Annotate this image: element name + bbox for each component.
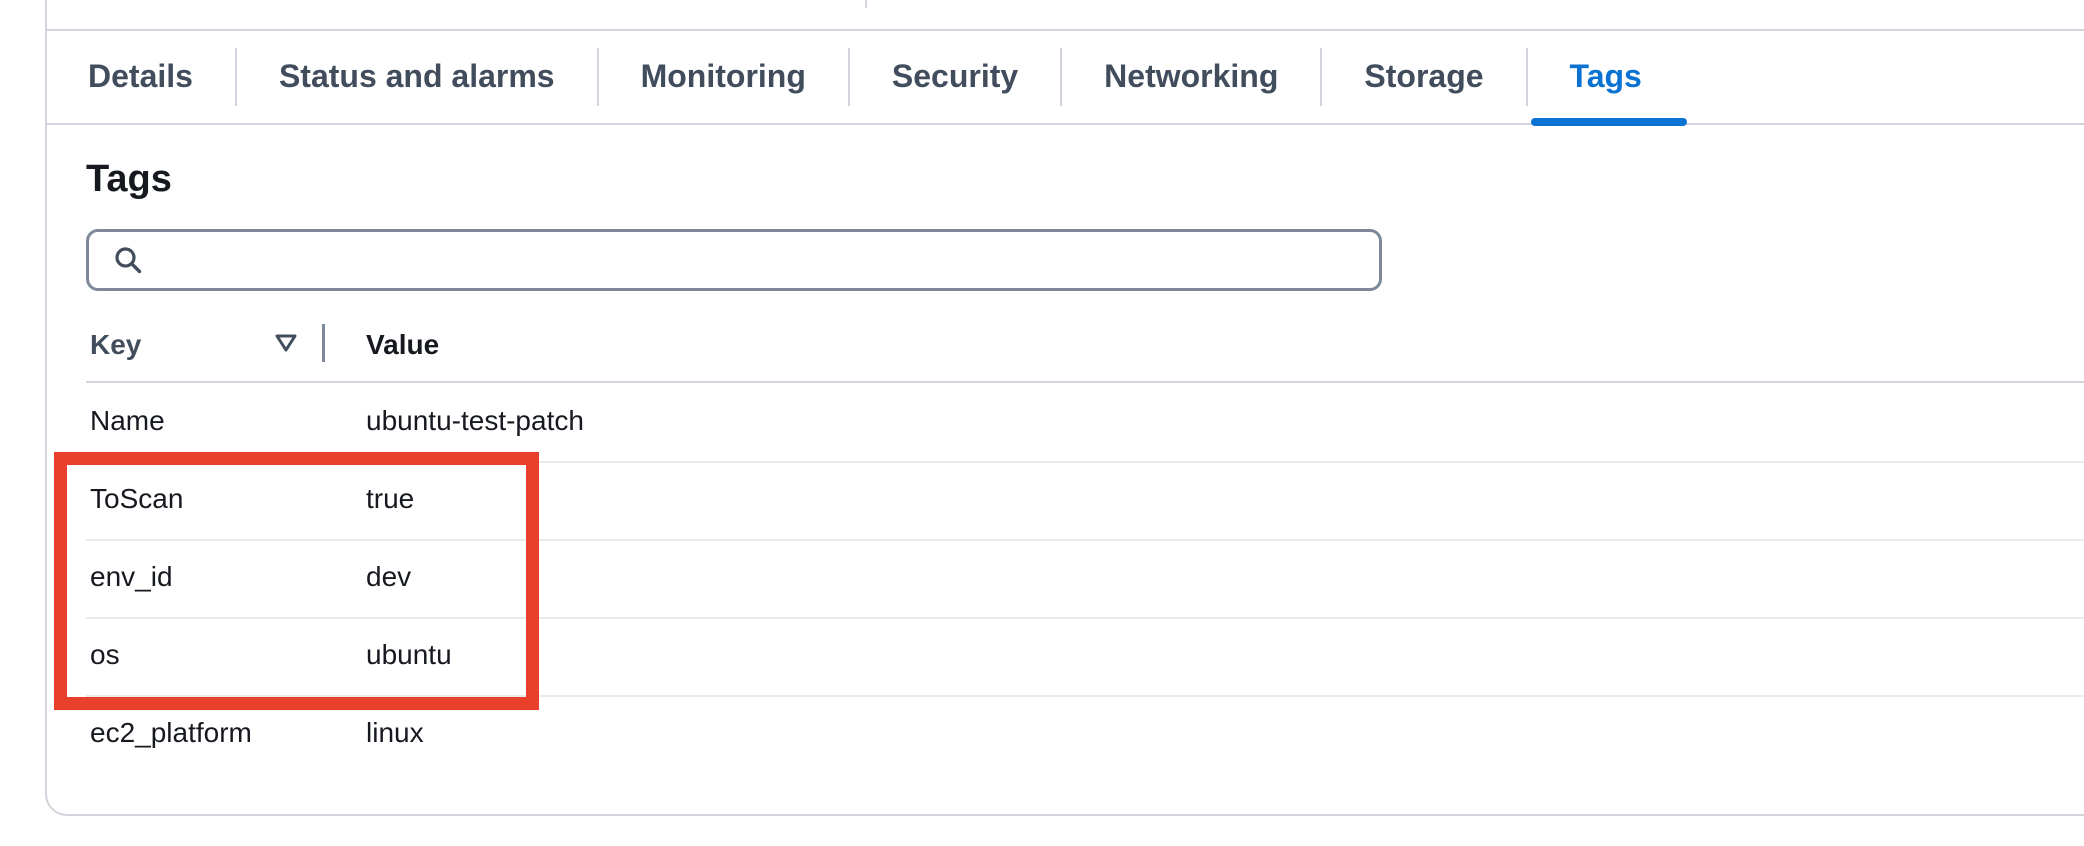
tab-storage[interactable]: Storage bbox=[1322, 30, 1525, 123]
column-header-value: Value bbox=[366, 329, 440, 360]
column-header-key[interactable]: Key bbox=[90, 329, 141, 361]
tag-value: ubuntu bbox=[366, 639, 452, 670]
sort-descending-icon[interactable] bbox=[274, 331, 298, 355]
search-icon bbox=[111, 243, 145, 277]
column-resize-handle[interactable] bbox=[322, 324, 325, 362]
tab-networking[interactable]: Networking bbox=[1062, 30, 1320, 123]
tag-key: ec2_platform bbox=[90, 717, 252, 748]
tag-key: ToScan bbox=[90, 483, 184, 514]
tab-monitoring[interactable]: Monitoring bbox=[599, 30, 848, 123]
section-title: Tags bbox=[86, 158, 172, 200]
tab-label: Tags bbox=[1569, 58, 1642, 94]
tab-label: Details bbox=[88, 58, 193, 94]
top-strip bbox=[45, 0, 2084, 31]
tab-details[interactable]: Details bbox=[45, 30, 235, 123]
tab-tags[interactable]: Tags bbox=[1528, 30, 1687, 126]
active-tab-indicator bbox=[1530, 118, 1687, 126]
table-row: Name ubuntu-test-patch bbox=[86, 383, 2084, 463]
tab-label: Storage bbox=[1364, 58, 1484, 94]
table-row: env_id dev bbox=[86, 539, 2084, 619]
tag-value: linux bbox=[366, 717, 424, 748]
top-divider bbox=[865, 0, 867, 8]
table-row: os ubuntu bbox=[86, 617, 2084, 697]
tab-label: Status and alarms bbox=[278, 58, 555, 94]
tab-bar: Details Status and alarms Monitoring Sec… bbox=[45, 30, 2084, 126]
tag-key: env_id bbox=[90, 561, 173, 592]
tab-label: Security bbox=[891, 58, 1019, 94]
tag-value: dev bbox=[366, 561, 412, 592]
table-row: ec2_platform linux bbox=[86, 695, 2084, 773]
tag-value: true bbox=[366, 483, 415, 514]
tab-label: Networking bbox=[1104, 58, 1279, 94]
tag-key: os bbox=[90, 639, 120, 670]
tab-label: Monitoring bbox=[640, 58, 806, 94]
tab-status-and-alarms[interactable]: Status and alarms bbox=[237, 30, 597, 123]
tab-security[interactable]: Security bbox=[850, 30, 1060, 123]
tag-value: ubuntu-test-patch bbox=[366, 405, 584, 436]
search-input[interactable] bbox=[159, 234, 1379, 286]
table-row: ToScan true bbox=[86, 461, 2084, 541]
search-box[interactable] bbox=[86, 229, 1382, 291]
table-header: Key Value bbox=[86, 319, 2084, 383]
tag-key: Name bbox=[90, 405, 165, 436]
